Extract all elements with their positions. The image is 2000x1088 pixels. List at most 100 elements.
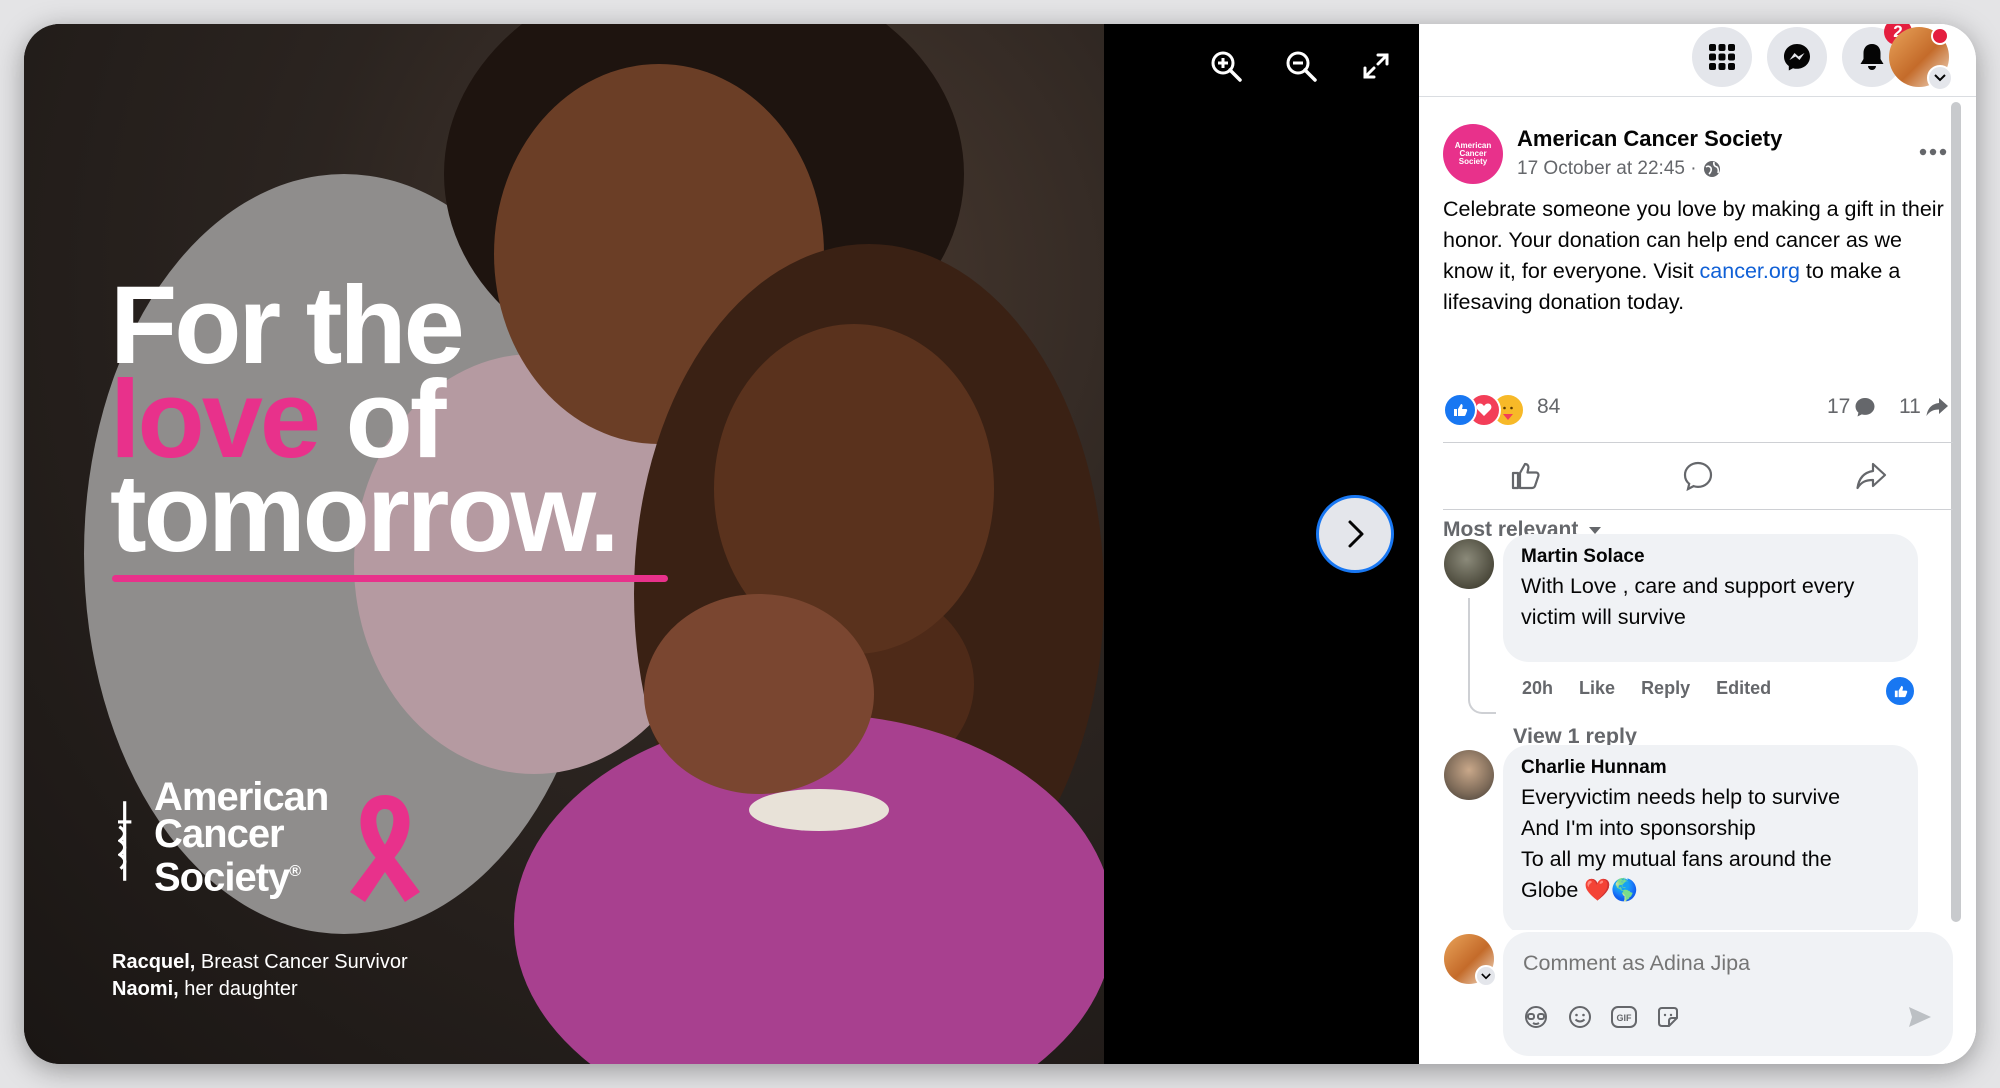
- comment-author[interactable]: Martin Solace: [1521, 546, 1900, 568]
- avatar-sticker-button[interactable]: [1521, 1002, 1551, 1032]
- comment-avatar-charlie[interactable]: [1444, 750, 1494, 800]
- zoom-out-button[interactable]: [1279, 44, 1323, 88]
- comment-text: With Love , care and support every victi…: [1521, 574, 1855, 629]
- comment-reply-button[interactable]: Reply: [1641, 678, 1690, 699]
- menu-grid-icon: [1709, 44, 1735, 70]
- share-count: 11: [1899, 395, 1921, 418]
- comment-count: 17: [1827, 395, 1851, 418]
- comment-avatar-martin[interactable]: [1444, 539, 1494, 589]
- reply-thread-line: [1468, 598, 1496, 714]
- photo-caption: Racquel, Breast Cancer Survivor Naomi, h…: [112, 949, 408, 1003]
- comment-line: Globe ❤️🌎: [1521, 878, 1638, 902]
- comment-line: To all my mutual fans around the: [1521, 847, 1832, 871]
- caption-name-1: Racquel,: [112, 951, 196, 973]
- app-window: For the love of tomorrow. American Cance…: [24, 24, 1976, 1064]
- post-photo[interactable]: For the love of tomorrow. American Cance…: [24, 24, 1104, 1064]
- sword-icon: [118, 801, 132, 881]
- composer-avatar[interactable]: [1444, 934, 1497, 987]
- comment-button[interactable]: [1675, 453, 1721, 499]
- page-name[interactable]: American Cancer Society: [1517, 126, 1782, 152]
- caption-name-2: Naomi,: [112, 978, 179, 1000]
- logo-line-3-text: Society: [154, 855, 290, 900]
- comment-icon: [1683, 461, 1713, 492]
- avatar-sticker-icon: [1525, 1006, 1547, 1028]
- caption-line-1: Racquel, Breast Cancer Survivor: [112, 949, 408, 976]
- photo-headline: For the love of tomorrow.: [110, 271, 620, 575]
- caption-desc-1: Breast Cancer Survivor: [195, 951, 408, 973]
- comment-actions-martin: 20h Like Reply Edited: [1522, 678, 1771, 699]
- logo-registered: ®: [289, 863, 301, 880]
- share-button[interactable]: [1848, 453, 1894, 499]
- menu-button[interactable]: [1692, 27, 1752, 87]
- photo-figure-hands: [644, 594, 874, 794]
- headline-line-3: tomorrow.: [110, 452, 620, 575]
- logo-line-2: Cancer: [154, 812, 285, 856]
- share-count-link[interactable]: 11: [1899, 395, 1949, 419]
- send-comment-button[interactable]: [1905, 1002, 1935, 1032]
- comment-like-button[interactable]: Like: [1579, 678, 1615, 699]
- comment-count-link[interactable]: 17: [1827, 395, 1876, 419]
- composer-profile-toggle[interactable]: [1475, 965, 1497, 987]
- pink-ribbon-icon: [350, 795, 420, 902]
- globe-icon: [1703, 161, 1720, 177]
- comment-like-badge[interactable]: [1884, 675, 1916, 707]
- post-link[interactable]: cancer.org: [1700, 259, 1800, 283]
- caption-desc-2: her daughter: [178, 978, 298, 1000]
- comment-time[interactable]: 20h: [1522, 678, 1553, 699]
- reactions-bar: 84 17 11: [1443, 391, 1953, 427]
- reaction-count[interactable]: 84: [1537, 395, 1560, 419]
- comment-composer: GIF: [1503, 932, 1953, 1056]
- gif-icon: GIF: [1611, 1006, 1637, 1028]
- composer-tools: GIF: [1521, 1002, 1683, 1032]
- emoji-icon: [1569, 1006, 1591, 1028]
- post-body: Celebrate someone you love by making a g…: [1443, 194, 1953, 318]
- comment-bubble-charlie: Charlie Hunnam Everyvictim needs help to…: [1503, 745, 1918, 936]
- account-menu-toggle[interactable]: [1927, 65, 1953, 91]
- reaction-icons[interactable]: [1443, 393, 1533, 427]
- logo-line-1: American: [154, 775, 329, 819]
- comment-author[interactable]: Charlie Hunnam: [1521, 757, 1900, 779]
- page-avatar[interactable]: American Cancer Society: [1443, 124, 1503, 184]
- chevron-right-icon: [1348, 520, 1364, 548]
- comment-edited-label: Edited: [1716, 678, 1772, 698]
- acs-logo: American Cancer Society®: [110, 775, 450, 929]
- zoom-in-button[interactable]: [1204, 44, 1248, 88]
- post-timestamp[interactable]: 17 October at 22:45 ·: [1517, 158, 1697, 180]
- like-button[interactable]: [1503, 453, 1549, 499]
- zoom-out-icon: [1286, 51, 1317, 82]
- logo-line-3: Society®: [154, 853, 328, 900]
- fullscreen-icon: [1363, 53, 1389, 79]
- messenger-button[interactable]: [1767, 27, 1827, 87]
- more-horizontal-icon: [1919, 148, 1947, 156]
- account-avatar[interactable]: [1889, 27, 1953, 91]
- share-arrow-icon: [1926, 398, 1948, 416]
- status-dot: [1931, 27, 1949, 45]
- thumbs-up-icon: [1511, 462, 1540, 490]
- post-header: American Cancer Society American Cancer …: [1443, 124, 1953, 184]
- sticker-button[interactable]: [1653, 1002, 1683, 1032]
- post-actions: [1443, 442, 1953, 510]
- like-reaction-icon: [1443, 393, 1477, 427]
- messenger-icon: [1784, 44, 1810, 71]
- fullscreen-button[interactable]: [1354, 44, 1398, 88]
- share-icon: [1856, 462, 1887, 490]
- comment-line: And I'm into sponsorship: [1521, 816, 1756, 840]
- chevron-down-icon: [1481, 972, 1491, 979]
- comment-input[interactable]: [1521, 942, 1925, 984]
- headline-underline: [112, 575, 668, 582]
- zoom-in-icon: [1211, 51, 1242, 82]
- caption-line-2: Naomi, her daughter: [112, 976, 408, 1003]
- next-photo-button[interactable]: [1316, 495, 1394, 573]
- post-meta: 17 October at 22:45 ·: [1517, 158, 1721, 180]
- chevron-down-icon: [1934, 74, 1946, 82]
- post-options-button[interactable]: [1913, 132, 1953, 172]
- gif-button[interactable]: GIF: [1609, 1002, 1639, 1032]
- comment-text: Everyvictim needs help to survive And I'…: [1521, 782, 1900, 906]
- logo-wordmark: American Cancer Society®: [154, 775, 329, 900]
- emoji-button[interactable]: [1565, 1002, 1595, 1032]
- sticker-icon: [1658, 1007, 1678, 1027]
- svg-text:GIF: GIF: [1617, 1013, 1633, 1023]
- comment-bubble-martin: Martin Solace With Love , care and suppo…: [1503, 534, 1918, 662]
- photo-viewer: For the love of tomorrow. American Cance…: [24, 24, 1419, 1064]
- comment-bubble-icon: [1855, 398, 1875, 417]
